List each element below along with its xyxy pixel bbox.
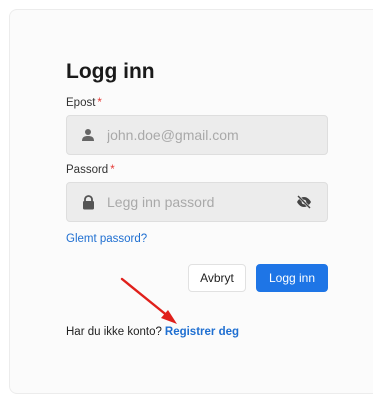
password-field-container[interactable] [66, 182, 328, 222]
register-link[interactable]: Registrer deg [165, 326, 239, 338]
required-marker: * [110, 164, 115, 176]
register-prompt: Har du ikke konto? Registrer deg [66, 326, 239, 338]
person-icon [80, 127, 96, 143]
email-label: Epost * [66, 97, 102, 109]
email-field[interactable] [107, 127, 327, 143]
email-label-text: Epost [66, 97, 96, 109]
lock-icon [80, 194, 96, 210]
password-field[interactable] [107, 194, 295, 210]
email-field-container[interactable] [66, 115, 328, 155]
password-label: Passord * [66, 164, 115, 176]
eye-off-icon[interactable] [295, 193, 313, 211]
register-prompt-text: Har du ikke konto? [66, 326, 162, 338]
forgot-password-link[interactable]: Glemt passord? [66, 233, 147, 245]
cancel-button[interactable]: Avbryt [188, 264, 246, 292]
password-label-text: Passord [66, 164, 109, 176]
page-title: Logg inn [66, 60, 155, 83]
required-marker: * [97, 97, 102, 109]
login-button[interactable]: Logg inn [256, 264, 328, 292]
